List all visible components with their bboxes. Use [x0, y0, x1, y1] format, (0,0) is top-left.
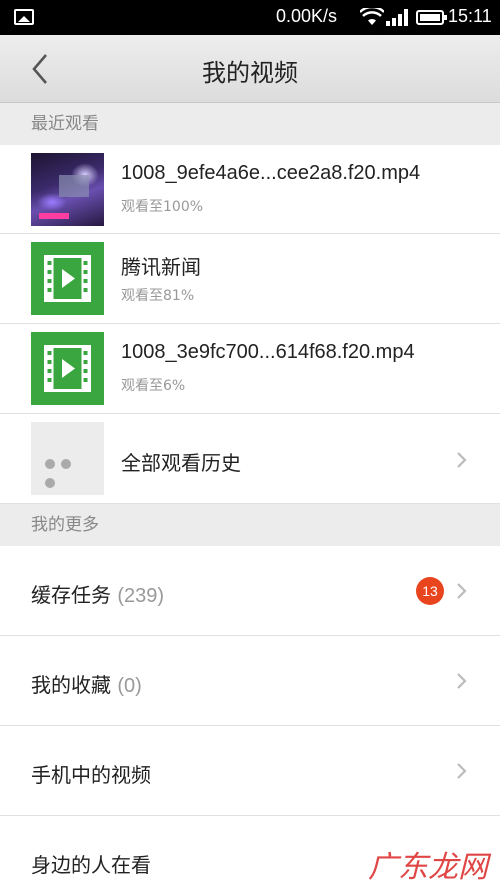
wifi-icon: [360, 8, 384, 25]
image-notification-icon: [14, 9, 34, 25]
more-dots-icon: [45, 454, 91, 488]
signal-icon: [386, 9, 408, 26]
recent-video-item[interactable]: 1008_9efe4a6e...cee2a8.f20.mp4 观看至100%: [0, 145, 500, 234]
watch-history-item[interactable]: 全部观看历史: [0, 414, 500, 504]
video-thumbnail: [31, 242, 104, 315]
chevron-right-icon: [457, 673, 467, 689]
film-play-icon: [44, 255, 91, 302]
notification-badge: 13: [416, 577, 444, 605]
video-title: 1008_3e9fc700...614f68.f20.mp4: [121, 341, 415, 363]
chevron-right-icon: [457, 763, 467, 779]
menu-item-local-videos[interactable]: 手机中的视频: [0, 726, 500, 816]
chevron-right-icon: [457, 452, 467, 468]
recent-video-item[interactable]: 1008_3e9fc700...614f68.f20.mp4 观看至6%: [0, 324, 500, 414]
film-play-icon: [44, 345, 91, 392]
battery-icon: [416, 10, 447, 25]
watch-progress: 观看至100%: [121, 199, 204, 215]
menu-item-count: (0): [117, 675, 142, 697]
title-bar: 我的视频: [0, 35, 500, 103]
watch-progress: 观看至81%: [121, 288, 195, 304]
status-bar: 0.00K/s 15:11: [0, 0, 500, 35]
menu-item-label: 我的收藏 (0): [31, 673, 142, 697]
chevron-right-icon: [457, 583, 467, 599]
watch-history-label: 全部观看历史: [121, 451, 241, 475]
clock: 15:11: [448, 6, 492, 26]
menu-item-label: 缓存任务 (239): [31, 583, 165, 607]
menu-item-label: 手机中的视频: [31, 763, 151, 787]
watermark-logo: 广东龙网: [362, 842, 497, 885]
menu-item-favorites[interactable]: 我的收藏 (0): [0, 636, 500, 726]
section-header-recent: 最近观看: [0, 103, 500, 145]
video-thumbnail: [31, 332, 104, 405]
video-thumbnail: [31, 153, 104, 226]
video-title: 腾讯新闻: [121, 255, 201, 279]
menu-item-cache-tasks[interactable]: 缓存任务 (239) 13: [0, 546, 500, 636]
video-title: 1008_9efe4a6e...cee2a8.f20.mp4: [121, 162, 421, 184]
network-speed: 0.00K/s: [276, 6, 338, 26]
recent-video-item[interactable]: 腾讯新闻 观看至81%: [0, 234, 500, 324]
menu-item-count: (239): [117, 585, 165, 607]
more-thumbnail: [31, 422, 104, 495]
page-title: 我的视频: [202, 59, 298, 87]
watermark-text: 广东龙网: [368, 850, 488, 885]
section-header-more: 我的更多: [0, 504, 500, 546]
menu-item-label: 身边的人在看: [31, 853, 151, 877]
watch-progress: 观看至6%: [121, 378, 186, 394]
